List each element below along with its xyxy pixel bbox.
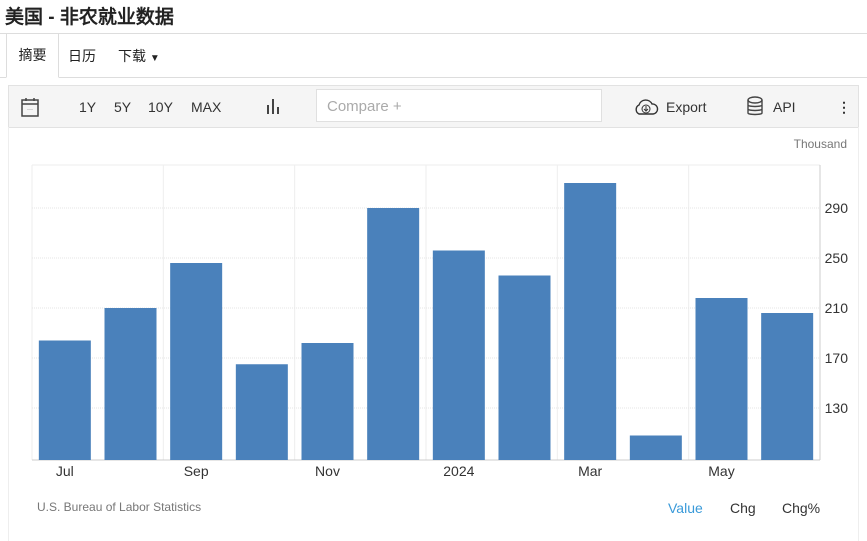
y-tick-label: 210: [825, 300, 849, 316]
y-tick-label: 170: [825, 350, 849, 366]
bar-feb: [498, 275, 551, 460]
bar-2024: [432, 250, 485, 460]
y-tick-label: 130: [825, 400, 849, 416]
bar-sep: [170, 263, 223, 460]
bar-jul: [38, 340, 91, 460]
bar-dec: [367, 208, 420, 460]
y-tick-label: 290: [825, 200, 849, 216]
source-label: U.S. Bureau of Labor Statistics: [37, 500, 202, 514]
bar-nov: [301, 343, 354, 460]
bar-may: [695, 298, 748, 460]
x-tick-label: May: [708, 463, 734, 479]
bar-aug: [104, 308, 157, 460]
bar-chart: 130 170 210 250 290 Jul Sep Nov 2024 Mar May: [31, 164, 849, 479]
bar-jun: [761, 313, 814, 460]
x-tick-label: Nov: [315, 463, 340, 479]
bar-apr: [629, 435, 682, 460]
x-tick-label: Sep: [184, 463, 209, 479]
y-tick-label: 250: [825, 250, 849, 266]
x-tick-label: Mar: [578, 463, 602, 479]
view-value-button[interactable]: Value: [668, 500, 703, 516]
x-tick-label: 2024: [443, 463, 474, 479]
bar-oct: [235, 364, 288, 460]
view-chg-button[interactable]: Chg: [730, 500, 756, 516]
bar-mar: [564, 183, 617, 460]
x-tick-label: Jul: [56, 463, 74, 479]
view-chgpct-button[interactable]: Chg%: [782, 500, 820, 516]
